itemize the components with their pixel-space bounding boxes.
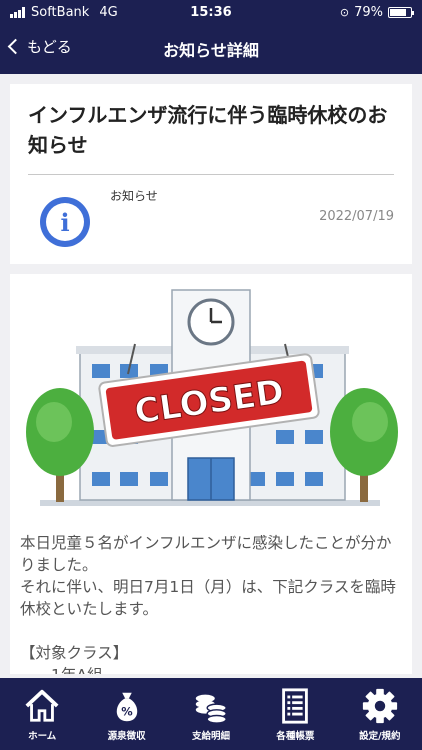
article-header-card: インフルエンザ流行に伴う臨時休校のお知らせ i お知らせ 2022/07/19 bbox=[10, 84, 412, 264]
article-date: 2022/07/19 bbox=[319, 209, 394, 224]
status-bar: SoftBank 4G 15:36 ⊙ 79% bbox=[0, 0, 422, 24]
battery-percent: 79% bbox=[354, 4, 383, 20]
tab-payslip[interactable]: 支給明細 bbox=[169, 678, 253, 750]
tab-label: 設定/規約 bbox=[359, 731, 401, 742]
tab-label: 各種帳票 bbox=[276, 731, 315, 742]
tab-bar: ホーム % 源泉徴収 支給明細 各種帳票 設定/規約 bbox=[0, 678, 422, 750]
nav-bar: もどる お知らせ詳細 bbox=[0, 24, 422, 74]
svg-text:%: % bbox=[121, 705, 133, 719]
home-icon bbox=[25, 689, 59, 722]
body-paragraph: 本日児童５名がインフルエンザに感染したことが分かりました。 bbox=[20, 534, 392, 574]
gear-icon bbox=[362, 688, 397, 724]
network-type: 4G bbox=[99, 4, 118, 20]
signal-icon bbox=[10, 6, 25, 18]
closed-school-illustration: CLOSED bbox=[26, 289, 398, 506]
article-meta: i お知らせ 2022/07/19 bbox=[28, 175, 394, 255]
rotation-lock-icon: ⊙ bbox=[339, 5, 350, 19]
tab-settings[interactable]: 設定/規約 bbox=[338, 678, 422, 750]
tab-label: 支給明細 bbox=[192, 731, 231, 742]
carrier: SoftBank bbox=[31, 4, 90, 20]
tab-documents[interactable]: 各種帳票 bbox=[253, 678, 337, 750]
tab-label: ホーム bbox=[28, 731, 57, 742]
body-paragraph: それに伴い、明日7月1日（月）は、下記クラスを臨時休校といたします。 bbox=[20, 578, 396, 618]
page-title: お知らせ詳細 bbox=[163, 41, 259, 60]
tab-home[interactable]: ホーム bbox=[0, 678, 84, 750]
tab-withholding[interactable]: % 源泉徴収 bbox=[84, 678, 168, 750]
article-category: お知らせ bbox=[110, 189, 158, 203]
body-paragraph: 1年A組 bbox=[20, 664, 404, 674]
article-content-card: CLOSED 本日児童５名がインフルエンザに感染したことが分かりました。 それに… bbox=[10, 274, 412, 674]
coins-icon bbox=[195, 694, 227, 724]
article-body: 本日児童５名がインフルエンザに感染したことが分かりました。 それに伴い、明日7月… bbox=[20, 532, 404, 674]
back-label: もどる bbox=[27, 38, 72, 56]
back-button[interactable]: もどる bbox=[7, 36, 72, 57]
money-bag-icon: % bbox=[116, 692, 137, 722]
document-icon bbox=[282, 688, 309, 724]
chevron-left-icon bbox=[7, 38, 24, 55]
body-paragraph: 【対象クラス】 bbox=[20, 644, 129, 662]
article-title: インフルエンザ流行に伴う臨時休校のお知らせ bbox=[28, 103, 388, 157]
battery-icon bbox=[388, 6, 414, 18]
tab-label: 源泉徴収 bbox=[107, 731, 146, 742]
info-icon: i bbox=[40, 197, 90, 247]
